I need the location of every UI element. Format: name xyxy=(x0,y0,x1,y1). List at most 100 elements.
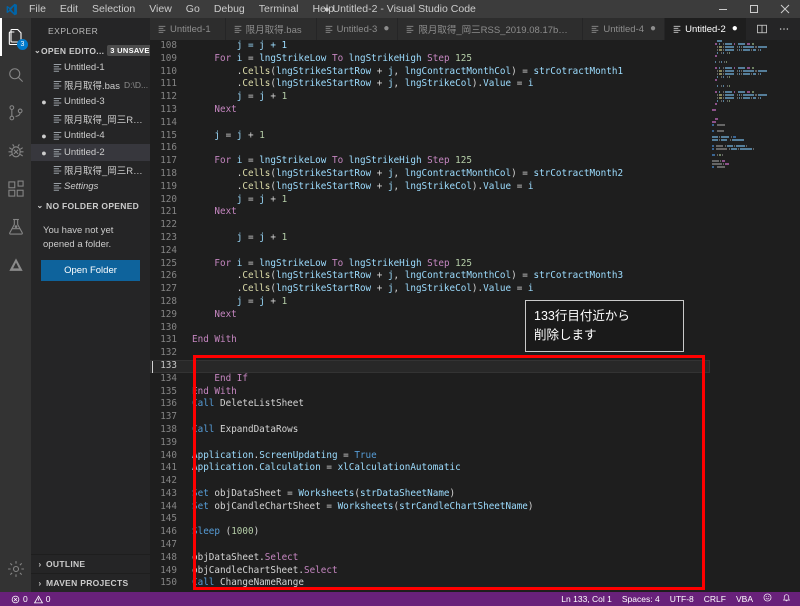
sidebar-section-maven-projects[interactable]: › MAVEN PROJECTS xyxy=(31,573,150,592)
tab-untitled-4[interactable]: Untitled-4 ● xyxy=(583,18,666,40)
minimap[interactable] xyxy=(710,40,800,592)
activity-test-beaker-button[interactable] xyxy=(0,208,31,246)
code-line[interactable]: 108 j = j + 1 xyxy=(150,40,710,53)
tab-untitled-2[interactable]: Untitled-2 ● xyxy=(665,18,747,40)
code-line[interactable]: 134 End If xyxy=(150,373,710,386)
tab-gengetsu-bas[interactable]: 限月取得.bas xyxy=(225,18,317,40)
code-line[interactable]: 139 xyxy=(150,437,710,450)
code-line[interactable]: 125 For i = lngStrikeLow To lngStrikeHig… xyxy=(150,258,710,271)
activity-debug-button[interactable] xyxy=(0,132,31,170)
list-item[interactable]: ● Untitled-3 xyxy=(31,93,150,110)
code-line[interactable]: 109 For i = lngStrikeLow To lngStrikeHig… xyxy=(150,53,710,66)
list-item-selected[interactable]: ● Untitled-2 xyxy=(31,144,150,161)
minimap-line xyxy=(712,55,800,57)
code-line[interactable]: 146 Sleep (1000) xyxy=(150,526,710,539)
code-line[interactable]: 118 .Cells(lngStrikeStartRow + j, lngCon… xyxy=(150,168,710,181)
code-line[interactable]: 150 Call ChangeNameRange xyxy=(150,577,710,590)
code-line[interactable]: 120 j = j + 1 xyxy=(150,194,710,207)
code-line[interactable]: 147 xyxy=(150,539,710,552)
activity-settings-gear-button[interactable] xyxy=(0,550,31,588)
status-language-mode[interactable]: VBA xyxy=(731,592,758,606)
code-line[interactable]: 127 .Cells(lngStrikeStartRow + j, lngStr… xyxy=(150,283,710,296)
activity-source-control-button[interactable] xyxy=(0,94,31,132)
code-line[interactable]: 126 .Cells(lngStrikeStartRow + j, lngCon… xyxy=(150,270,710,283)
more-actions-icon[interactable] xyxy=(774,18,794,40)
code-line[interactable]: 112 j = j + 1 xyxy=(150,91,710,104)
tab-untitled-3[interactable]: Untitled-3 ● xyxy=(316,18,399,40)
code-line[interactable]: 145 xyxy=(150,513,710,526)
code-line[interactable]: 111 .Cells(lngStrikeStartRow + j, lngStr… xyxy=(150,78,710,91)
maximize-button[interactable] xyxy=(738,0,769,18)
minimap-line xyxy=(712,118,800,120)
status-notifications-bell-icon[interactable] xyxy=(777,592,796,606)
code-line[interactable]: 110 .Cells(lngStrikeStartRow + j, lngCon… xyxy=(150,66,710,79)
code-line[interactable]: 123 j = j + 1 xyxy=(150,232,710,245)
status-cursor-position[interactable]: Ln 133, Col 1 xyxy=(556,592,617,606)
code-line[interactable]: 141 Application.Calculation = xlCalculati… xyxy=(150,462,710,475)
menu-bar[interactable]: File Edit Selection View Go Debug Termin… xyxy=(22,0,341,18)
tab-gengetsu-rss-bas[interactable]: 限月取得_岡三RSS_2019.08.17b.bas xyxy=(398,18,584,40)
code-line[interactable]: 116 xyxy=(150,142,710,155)
menu-edit[interactable]: Edit xyxy=(53,0,85,18)
list-item[interactable]: 限月取得.bas D:\D... xyxy=(31,76,150,93)
code-line[interactable]: 144 Set objCandleChartSheet = Worksheets(… xyxy=(150,501,710,514)
sidebar-section-outline[interactable]: › OUTLINE xyxy=(31,554,150,573)
split-editor-icon[interactable] xyxy=(752,18,772,40)
list-item[interactable]: ● Untitled-4 xyxy=(31,127,150,144)
line-number: 111 xyxy=(160,78,177,90)
code-line[interactable]: 137 xyxy=(150,411,710,424)
status-problems[interactable]: 0 0 xyxy=(6,592,55,606)
code-line[interactable]: 114 xyxy=(150,117,710,130)
open-folder-button[interactable]: Open Folder xyxy=(41,259,140,281)
close-button[interactable] xyxy=(769,0,800,18)
no-folder-header[interactable]: ⌄ NO FOLDER OPENED xyxy=(31,197,150,214)
code-line[interactable]: 136 Call DeleteListSheet xyxy=(150,398,710,411)
code-line[interactable]: 140 Application.ScreenUpdating = True xyxy=(150,450,710,463)
list-item[interactable]: 限月取得_岡三RS... xyxy=(31,161,150,178)
status-indentation[interactable]: Spaces: 4 xyxy=(617,592,665,606)
code-text: .Cells(lngStrikeStartRow + j, lngStrikeC… xyxy=(192,180,534,192)
code-line[interactable]: 121 Next xyxy=(150,206,710,219)
code-line[interactable]: 138 Call ExpandDataRows xyxy=(150,424,710,437)
list-item[interactable]: Untitled-1 xyxy=(31,59,150,76)
tab-untitled-1[interactable]: Untitled-1 xyxy=(150,18,226,40)
menu-debug[interactable]: Debug xyxy=(207,0,252,18)
code-line[interactable]: 124 xyxy=(150,245,710,258)
code-line[interactable]: 148 objDataSheet.Select xyxy=(150,552,710,565)
activity-search-button[interactable] xyxy=(0,56,31,94)
code-text: .Cells(lngStrikeStartRow + j, lngStrikeC… xyxy=(192,283,534,295)
menu-help[interactable]: Help xyxy=(305,0,341,18)
menu-view[interactable]: View xyxy=(142,0,179,18)
code-editor[interactable]: 108 j = j + 1 109 For i = lngStrikeLow To… xyxy=(150,40,800,592)
menu-file[interactable]: File xyxy=(22,0,53,18)
status-eol[interactable]: CRLF xyxy=(699,592,731,606)
code-line[interactable]: 117 For i = lngStrikeLow To lngStrikeHig… xyxy=(150,155,710,168)
code-line[interactable]: 149 objCandleChartSheet.Select xyxy=(150,565,710,578)
open-editors-header[interactable]: ⌄ OPEN EDITO... 3 UNSAVED xyxy=(31,42,159,59)
line-number: 129 xyxy=(160,308,177,320)
menu-go[interactable]: Go xyxy=(179,0,207,18)
code-line[interactable]: 122 xyxy=(150,219,710,232)
minimize-button[interactable] xyxy=(707,0,738,18)
activity-maven-button[interactable] xyxy=(0,246,31,284)
list-item-label: 限月取得_岡三RS... xyxy=(64,114,146,126)
list-item-label: Untitled-2 xyxy=(64,147,105,158)
code-line[interactable]: 142 xyxy=(150,475,710,488)
list-item[interactable]: 限月取得_岡三RS... xyxy=(31,110,150,127)
code-line[interactable]: 133 xyxy=(150,359,710,373)
sidebar-title: EXPLORER xyxy=(48,26,99,36)
menu-terminal[interactable]: Terminal xyxy=(252,0,306,18)
code-line[interactable]: 119 .Cells(lngStrikeStartRow + j, lngStr… xyxy=(150,181,710,194)
code-line[interactable]: 115 j = j + 1 xyxy=(150,130,710,143)
activity-extensions-button[interactable] xyxy=(0,170,31,208)
menu-selection[interactable]: Selection xyxy=(85,0,142,18)
maven-projects-label: MAVEN PROJECTS xyxy=(46,578,129,588)
code-line[interactable]: 143 Set objDataSheet = Worksheets(strData… xyxy=(150,488,710,501)
activity-explorer-button[interactable]: 3 xyxy=(0,18,31,56)
code-line[interactable]: 135 End With xyxy=(150,386,710,399)
status-feedback-smiley-icon[interactable] xyxy=(758,592,777,606)
minimap-line xyxy=(712,133,800,135)
code-line[interactable]: 113 Next xyxy=(150,104,710,117)
status-encoding[interactable]: UTF-8 xyxy=(665,592,699,606)
list-item[interactable]: Settings xyxy=(31,178,150,195)
